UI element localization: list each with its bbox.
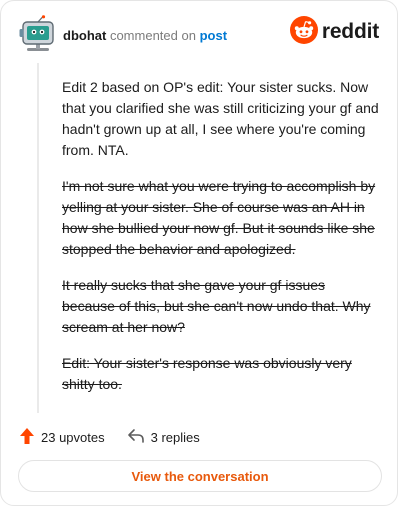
reddit-brand[interactable]: reddit — [289, 15, 379, 49]
comment-paragraph-struck: It really sucks that she gave your gf is… — [62, 277, 371, 335]
replies-button[interactable]: 3 replies — [127, 428, 200, 447]
comment-paragraph-struck: I'm not sure what you were trying to acc… — [62, 178, 376, 257]
comment-embed-card: dbohat commented on post reddit Edit 2 b… — [0, 0, 398, 506]
replies-count: 3 replies — [150, 429, 200, 445]
post-link[interactable]: post — [200, 28, 227, 43]
snoo-avatar-icon[interactable] — [19, 15, 57, 55]
comment-paragraph: Edit 2 based on OP's edit: Your sister s… — [62, 79, 379, 158]
reply-arrow-icon — [127, 428, 145, 447]
action-text: commented on — [109, 28, 196, 43]
comment-byline: dbohat commented on post — [63, 28, 227, 43]
comment-footer: 23 upvotes 3 replies — [19, 426, 200, 448]
reddit-wordmark: reddit — [321, 20, 379, 43]
comment-header: dbohat commented on post reddit — [19, 15, 379, 55]
comment-paragraph-struck: Edit: Your sister's response was obvious… — [62, 355, 352, 392]
username-link[interactable]: dbohat — [63, 28, 106, 43]
view-conversation-button[interactable]: View the conversation — [18, 460, 382, 492]
upvote-button[interactable]: 23 upvotes — [19, 427, 105, 448]
upvote-count: 23 upvotes — [41, 429, 105, 445]
comment-body: Edit 2 based on OP's edit: Your sister s… — [62, 77, 380, 410]
upvote-arrow-icon — [19, 427, 35, 448]
thread-line — [37, 63, 39, 413]
reddit-logo-icon — [289, 15, 318, 49]
